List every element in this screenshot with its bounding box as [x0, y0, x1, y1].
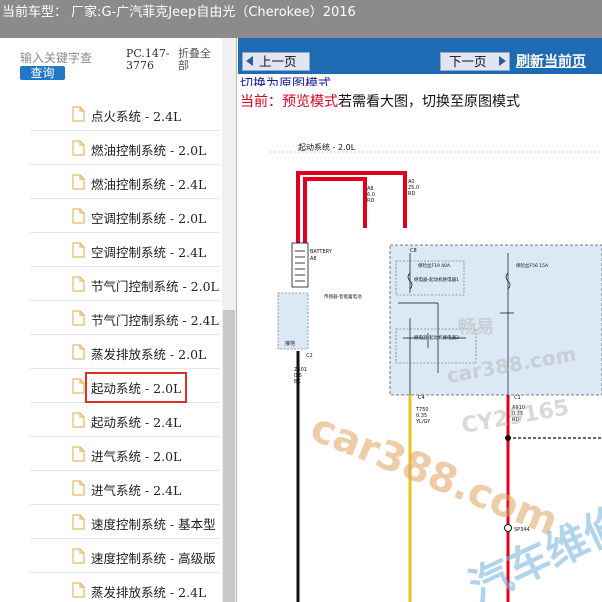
top-bar: 当前车型： 厂家:G-广汽菲克Jeep自由光（Cherokee）2016	[0, 0, 602, 38]
document-code: PC.147-3776	[126, 47, 170, 72]
tree-item-label: 蒸发排放系统 - 2.4L	[91, 585, 207, 600]
tree-item-label: 起动系统 - 2.0L	[84, 372, 188, 403]
wire-a0-color: RD	[408, 191, 415, 197]
document-icon	[72, 582, 85, 598]
tree-item[interactable]: 点火系统 - 2.4L	[30, 97, 220, 131]
tree-item[interactable]: 节气门控制系统 - 2.0L	[30, 267, 220, 301]
document-icon	[72, 412, 85, 428]
tree-item[interactable]: 蒸发排放系统 - 2.4L	[30, 573, 220, 602]
ground-label: 接地	[285, 340, 295, 347]
diagram-title: 起动系统 - 2.0L	[298, 142, 356, 152]
current-vehicle: 当前车型： 厂家:G-广汽菲克Jeep自由光（Cherokee）2016	[2, 5, 356, 20]
connector-c4: C4	[418, 395, 425, 401]
prev-page-label: 上一页	[259, 54, 297, 69]
wire-t750-color: YL/GY	[415, 419, 431, 425]
watermark-text-1: 畅易	[458, 316, 494, 338]
document-icon	[72, 344, 85, 360]
tree-item[interactable]: 蒸发排放系统 - 2.0L	[30, 335, 220, 369]
connector-c8: C8	[410, 248, 417, 254]
document-icon	[72, 140, 85, 156]
tree-item-label: 蒸发排放系统 - 2.0L	[91, 347, 207, 362]
battery-label: BATTERY	[310, 249, 333, 255]
sidebar: 查询 PC.147-3776 折叠全部 点火系统 - 2.4L 燃油控制系统 - …	[0, 38, 237, 602]
tree-item-label: 起动系统 - 2.4L	[91, 415, 182, 430]
refresh-page-link[interactable]: 刷新当前页	[516, 51, 586, 71]
document-icon	[72, 276, 85, 292]
tree-item[interactable]: 速度控制系统 - 高级版	[30, 539, 220, 573]
document-icon	[72, 242, 85, 258]
document-icon	[72, 480, 85, 496]
prev-page-button[interactable]: 上一页	[242, 52, 310, 71]
tree-item-label: 进气系统 - 2.4L	[91, 483, 182, 498]
tree-item[interactable]: 空调控制系统 - 2.0L	[30, 199, 220, 233]
next-page-label: 下一页	[449, 54, 487, 69]
document-icon	[72, 514, 85, 530]
current-mode-line: 当前：预览模式若需看大图，切换至原图模式	[240, 91, 520, 111]
tree-item-label: 燃油控制系统 - 2.4L	[91, 177, 207, 192]
tree-item-label: 节气门控制系统 - 2.4L	[91, 313, 219, 328]
tree-item[interactable]: 空调控制系统 - 2.4L	[30, 233, 220, 267]
arrow-right-icon	[499, 56, 506, 66]
document-icon	[72, 446, 85, 462]
tree-item-label: 燃油控制系统 - 2.0L	[91, 143, 207, 158]
battery-symbol	[291, 242, 309, 288]
tree-item[interactable]: 起动系统 - 2.0L	[30, 369, 220, 403]
fuse-2-label: 保险丝F56 15A	[516, 262, 549, 269]
document-icon	[72, 310, 85, 326]
search-input[interactable]	[20, 50, 96, 66]
tree-item-label: 空调控制系统 - 2.0L	[91, 211, 207, 226]
tree-item[interactable]: 进气系统 - 2.4L	[30, 471, 220, 505]
connector-c2: C2	[306, 353, 313, 359]
current-mode-prefix: 当前：	[240, 94, 282, 110]
tree-item-label: 节气门控制系统 - 2.0L	[91, 279, 219, 294]
tree-item-label: 点火系统 - 2.4L	[91, 109, 182, 124]
collapse-all-link[interactable]: 折叠全部	[178, 48, 216, 72]
tree-item[interactable]: 进气系统 - 2.0L	[30, 437, 220, 471]
document-icon	[72, 208, 85, 224]
relay-2-label: 继电器-起动机继电器2	[414, 334, 459, 341]
document-icon	[72, 378, 85, 394]
tree-item-label: 空调控制系统 - 2.4L	[91, 245, 207, 260]
current-mode-value: 预览模式	[282, 94, 338, 110]
tree-item-label: 速度控制系统 - 基本型	[91, 517, 216, 532]
wire-a8-color: RD	[367, 198, 374, 204]
tree-item-label: 进气系统 - 2.0L	[91, 449, 182, 464]
power-wire-main	[296, 171, 407, 243]
document-icon	[72, 174, 85, 190]
watermark-text-3: CY29165	[460, 395, 571, 438]
document-icon	[72, 548, 85, 564]
tree-item-label: 速度控制系统 - 高级版	[91, 551, 216, 566]
arrow-left-icon	[246, 56, 253, 66]
page-nav-bar: 上一页 下一页 刷新当前页	[238, 38, 602, 74]
tree-item[interactable]: 节气门控制系统 - 2.4L	[30, 301, 220, 335]
document-icon	[72, 106, 85, 122]
tree-item[interactable]: 起动系统 - 2.4L	[30, 403, 220, 437]
fuse-1-label: 保险丝F19 40A	[418, 262, 451, 269]
next-page-button[interactable]: 下一页	[440, 52, 510, 71]
switch-original-mode-link[interactable]: 切换为原图模式	[240, 73, 331, 86]
sensor-label: 传感器-智能蓄电池	[324, 293, 362, 300]
battery-sub-label: A8	[310, 256, 317, 262]
relay-1-label: 继电器-起动机继电器1	[414, 276, 459, 283]
tree-item[interactable]: 速度控制系统 - 基本型	[30, 505, 220, 539]
tree-item[interactable]: 燃油控制系统 - 2.4L	[30, 165, 220, 199]
content-pane: 上一页 下一页 刷新当前页 切换为原图模式 当前：预览模式若需看大图，切换至原图…	[238, 38, 602, 602]
wiring-diagram: 起动系统 - 2.0L A8 6.0 RD A0 25.0 RD BATTERY…	[270, 142, 602, 602]
search-button[interactable]: 查询	[20, 66, 65, 80]
connector-c1: C1	[514, 395, 521, 401]
sidebar-scroll-thumb[interactable]	[223, 310, 235, 602]
power-wire-secondary	[303, 177, 367, 243]
current-mode-hint: 若需看大图，切换至原图模式	[338, 94, 520, 110]
tree-item[interactable]: 燃油控制系统 - 2.0L	[30, 131, 220, 165]
